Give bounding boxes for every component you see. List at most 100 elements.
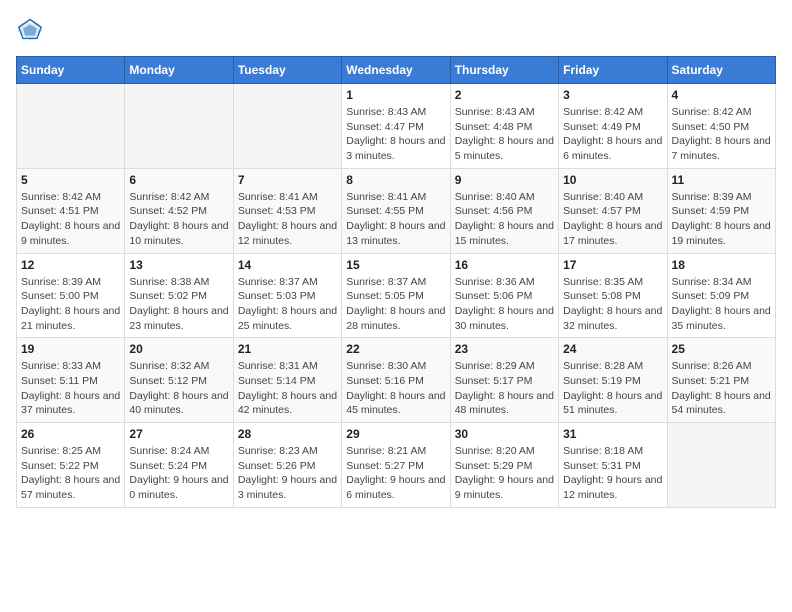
calendar-cell: 19 Sunrise: 8:33 AM Sunset: 5:11 PM Dayli… xyxy=(17,338,125,423)
day-number: 15 xyxy=(346,258,445,272)
calendar-cell: 10Sunrise: 8:40 AM Sunset: 4:57 PM Dayli… xyxy=(559,168,667,253)
calendar-cell: 4Sunrise: 8:42 AM Sunset: 4:50 PM Daylig… xyxy=(667,84,775,169)
day-info: Sunrise: 8:18 AM Sunset: 5:31 PM Dayligh… xyxy=(563,444,662,503)
calendar-cell: 22 Sunrise: 8:30 AM Sunset: 5:16 PM Dayli… xyxy=(342,338,450,423)
calendar-header: SundayMondayTuesdayWednesdayThursdayFrid… xyxy=(17,57,776,84)
day-number: 6 xyxy=(129,173,228,187)
day-number: 3 xyxy=(563,88,662,102)
day-info: Sunrise: 8:30 AM Sunset: 5:16 PM Dayligh… xyxy=(346,359,445,418)
calendar-cell: 18Sunrise: 8:34 AM Sunset: 5:09 PM Dayli… xyxy=(667,253,775,338)
day-number: 8 xyxy=(346,173,445,187)
day-of-week-header: Thursday xyxy=(450,57,558,84)
day-number: 2 xyxy=(455,88,554,102)
day-of-week-header: Friday xyxy=(559,57,667,84)
calendar-table: SundayMondayTuesdayWednesdayThursdayFrid… xyxy=(16,56,776,508)
day-number: 29 xyxy=(346,427,445,441)
day-info: Sunrise: 8:39 AM Sunset: 5:00 PM Dayligh… xyxy=(21,275,120,334)
calendar-cell xyxy=(667,423,775,508)
day-number: 30 xyxy=(455,427,554,441)
calendar-cell: 20 Sunrise: 8:32 AM Sunset: 5:12 PM Dayli… xyxy=(125,338,233,423)
day-number: 23 xyxy=(455,342,554,356)
calendar-cell: 29 Sunrise: 8:21 AM Sunset: 5:27 PM Dayli… xyxy=(342,423,450,508)
calendar-cell: 27 Sunrise: 8:24 AM Sunset: 5:24 PM Dayli… xyxy=(125,423,233,508)
day-number: 7 xyxy=(238,173,337,187)
day-info: Sunrise: 8:25 AM Sunset: 5:22 PM Dayligh… xyxy=(21,444,120,503)
day-info: Sunrise: 8:42 AM Sunset: 4:51 PM Dayligh… xyxy=(21,190,120,249)
calendar-cell xyxy=(125,84,233,169)
calendar-cell: 1Sunrise: 8:43 AM Sunset: 4:47 PM Daylig… xyxy=(342,84,450,169)
calendar-cell xyxy=(233,84,341,169)
calendar-cell: 15 Sunrise: 8:37 AM Sunset: 5:05 PM Dayli… xyxy=(342,253,450,338)
calendar-week-row: 1Sunrise: 8:43 AM Sunset: 4:47 PM Daylig… xyxy=(17,84,776,169)
day-info: Sunrise: 8:39 AM Sunset: 4:59 PM Dayligh… xyxy=(672,190,771,249)
day-number: 20 xyxy=(129,342,228,356)
logo-icon xyxy=(16,16,44,44)
day-info: Sunrise: 8:42 AM Sunset: 4:50 PM Dayligh… xyxy=(672,105,771,164)
day-info: Sunrise: 8:31 AM Sunset: 5:14 PM Dayligh… xyxy=(238,359,337,418)
day-info: Sunrise: 8:32 AM Sunset: 5:12 PM Dayligh… xyxy=(129,359,228,418)
day-info: Sunrise: 8:43 AM Sunset: 4:47 PM Dayligh… xyxy=(346,105,445,164)
calendar-cell: 13Sunrise: 8:38 AM Sunset: 5:02 PM Dayli… xyxy=(125,253,233,338)
calendar-cell: 3 Sunrise: 8:42 AM Sunset: 4:49 PM Daylig… xyxy=(559,84,667,169)
day-info: Sunrise: 8:37 AM Sunset: 5:03 PM Dayligh… xyxy=(238,275,337,334)
calendar-week-row: 26 Sunrise: 8:25 AM Sunset: 5:22 PM Dayli… xyxy=(17,423,776,508)
day-of-week-header: Monday xyxy=(125,57,233,84)
calendar-cell: 7 Sunrise: 8:41 AM Sunset: 4:53 PM Daylig… xyxy=(233,168,341,253)
calendar-week-row: 5 Sunrise: 8:42 AM Sunset: 4:51 PM Daylig… xyxy=(17,168,776,253)
day-info: Sunrise: 8:23 AM Sunset: 5:26 PM Dayligh… xyxy=(238,444,337,503)
day-number: 13 xyxy=(129,258,228,272)
day-info: Sunrise: 8:40 AM Sunset: 4:57 PM Dayligh… xyxy=(563,190,662,249)
calendar-cell: 12Sunrise: 8:39 AM Sunset: 5:00 PM Dayli… xyxy=(17,253,125,338)
calendar-cell: 23 Sunrise: 8:29 AM Sunset: 5:17 PM Dayli… xyxy=(450,338,558,423)
day-number: 21 xyxy=(238,342,337,356)
calendar-cell: 31 Sunrise: 8:18 AM Sunset: 5:31 PM Dayli… xyxy=(559,423,667,508)
calendar-cell: 2 Sunrise: 8:43 AM Sunset: 4:48 PM Daylig… xyxy=(450,84,558,169)
calendar-cell: 25 Sunrise: 8:26 AM Sunset: 5:21 PM Dayli… xyxy=(667,338,775,423)
day-number: 9 xyxy=(455,173,554,187)
calendar-cell: 11Sunrise: 8:39 AM Sunset: 4:59 PM Dayli… xyxy=(667,168,775,253)
calendar-cell: 5 Sunrise: 8:42 AM Sunset: 4:51 PM Daylig… xyxy=(17,168,125,253)
day-of-week-header: Sunday xyxy=(17,57,125,84)
day-number: 19 xyxy=(21,342,120,356)
day-info: Sunrise: 8:33 AM Sunset: 5:11 PM Dayligh… xyxy=(21,359,120,418)
calendar-cell: 26 Sunrise: 8:25 AM Sunset: 5:22 PM Dayli… xyxy=(17,423,125,508)
day-info: Sunrise: 8:43 AM Sunset: 4:48 PM Dayligh… xyxy=(455,105,554,164)
day-info: Sunrise: 8:21 AM Sunset: 5:27 PM Dayligh… xyxy=(346,444,445,503)
day-info: Sunrise: 8:35 AM Sunset: 5:08 PM Dayligh… xyxy=(563,275,662,334)
calendar-cell: 28Sunrise: 8:23 AM Sunset: 5:26 PM Dayli… xyxy=(233,423,341,508)
day-info: Sunrise: 8:29 AM Sunset: 5:17 PM Dayligh… xyxy=(455,359,554,418)
day-number: 16 xyxy=(455,258,554,272)
day-info: Sunrise: 8:24 AM Sunset: 5:24 PM Dayligh… xyxy=(129,444,228,503)
calendar-cell: 21 Sunrise: 8:31 AM Sunset: 5:14 PM Dayli… xyxy=(233,338,341,423)
calendar-cell: 24 Sunrise: 8:28 AM Sunset: 5:19 PM Dayli… xyxy=(559,338,667,423)
calendar-body: 1Sunrise: 8:43 AM Sunset: 4:47 PM Daylig… xyxy=(17,84,776,508)
day-number: 22 xyxy=(346,342,445,356)
day-info: Sunrise: 8:41 AM Sunset: 4:53 PM Dayligh… xyxy=(238,190,337,249)
calendar-cell: 16 Sunrise: 8:36 AM Sunset: 5:06 PM Dayli… xyxy=(450,253,558,338)
day-number: 18 xyxy=(672,258,771,272)
page-header xyxy=(16,16,776,44)
calendar-cell xyxy=(17,84,125,169)
day-info: Sunrise: 8:42 AM Sunset: 4:49 PM Dayligh… xyxy=(563,105,662,164)
calendar-cell: 8 Sunrise: 8:41 AM Sunset: 4:55 PM Daylig… xyxy=(342,168,450,253)
day-number: 25 xyxy=(672,342,771,356)
day-number: 27 xyxy=(129,427,228,441)
calendar-cell: 14 Sunrise: 8:37 AM Sunset: 5:03 PM Dayli… xyxy=(233,253,341,338)
day-info: Sunrise: 8:40 AM Sunset: 4:56 PM Dayligh… xyxy=(455,190,554,249)
day-info: Sunrise: 8:42 AM Sunset: 4:52 PM Dayligh… xyxy=(129,190,228,249)
day-number: 31 xyxy=(563,427,662,441)
day-info: Sunrise: 8:41 AM Sunset: 4:55 PM Dayligh… xyxy=(346,190,445,249)
day-number: 26 xyxy=(21,427,120,441)
day-number: 14 xyxy=(238,258,337,272)
day-info: Sunrise: 8:26 AM Sunset: 5:21 PM Dayligh… xyxy=(672,359,771,418)
day-number: 24 xyxy=(563,342,662,356)
calendar-cell: 17Sunrise: 8:35 AM Sunset: 5:08 PM Dayli… xyxy=(559,253,667,338)
day-info: Sunrise: 8:36 AM Sunset: 5:06 PM Dayligh… xyxy=(455,275,554,334)
day-info: Sunrise: 8:20 AM Sunset: 5:29 PM Dayligh… xyxy=(455,444,554,503)
day-number: 5 xyxy=(21,173,120,187)
calendar-week-row: 19 Sunrise: 8:33 AM Sunset: 5:11 PM Dayli… xyxy=(17,338,776,423)
day-info: Sunrise: 8:28 AM Sunset: 5:19 PM Dayligh… xyxy=(563,359,662,418)
calendar-cell: 6 Sunrise: 8:42 AM Sunset: 4:52 PM Daylig… xyxy=(125,168,233,253)
day-info: Sunrise: 8:37 AM Sunset: 5:05 PM Dayligh… xyxy=(346,275,445,334)
day-of-week-header: Saturday xyxy=(667,57,775,84)
